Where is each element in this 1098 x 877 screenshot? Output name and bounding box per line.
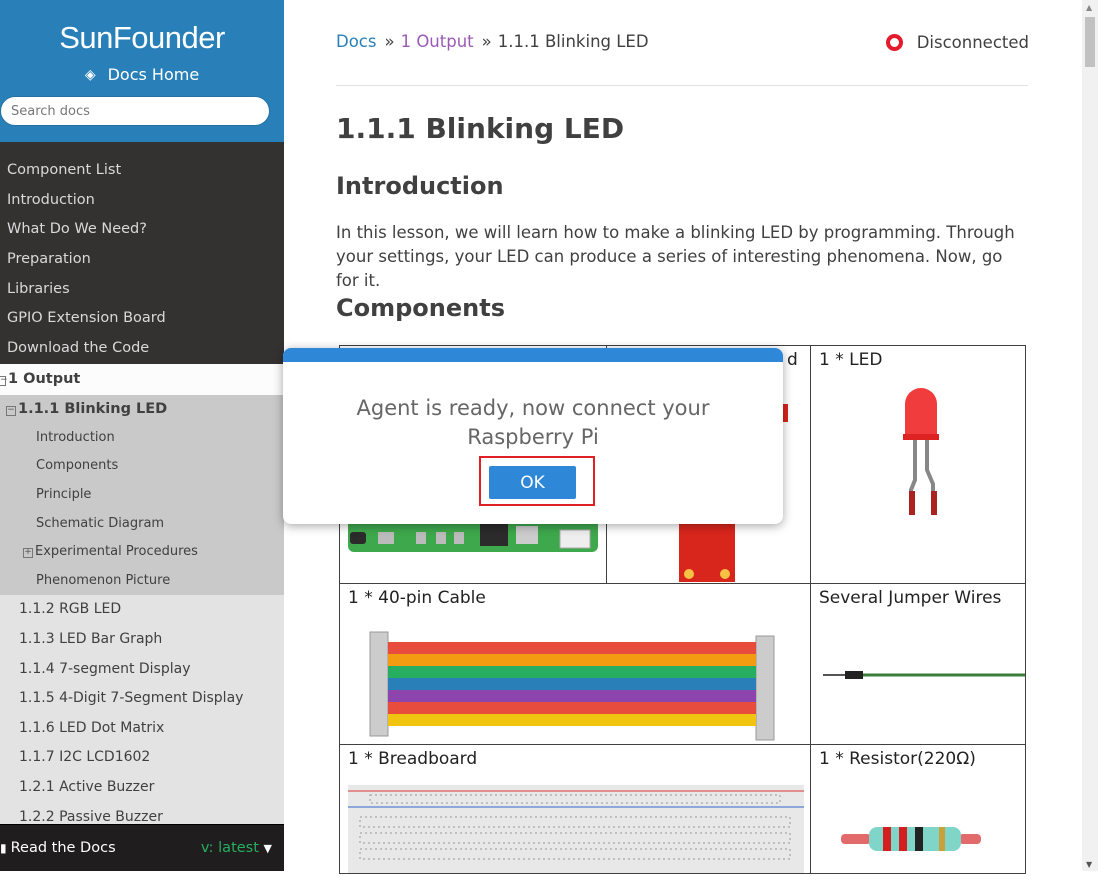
sidebar-item[interactable]: What Do We Need? (0, 215, 284, 245)
dialog-message: Agent is ready, now connect your Raspber… (356, 396, 710, 449)
sidebar-item[interactable]: Libraries (0, 275, 284, 305)
sidebar-item[interactable]: Download the Code (0, 334, 284, 364)
sidebar-subitem[interactable]: + Experimental Procedures (0, 538, 284, 567)
sidebar-item[interactable]: 1.1.3 LED Bar Graph (0, 624, 284, 655)
sidebar-subitem[interactable]: Introduction (0, 423, 284, 453)
component-label: 1 * 40-pin Cable (348, 588, 486, 608)
scroll-up-icon[interactable]: ▲ (1086, 3, 1092, 12)
component-cell-resistor: 1 * Resistor(220Ω) (810, 744, 1026, 874)
sidebar-item[interactable]: 1.1.7 I2C LCD1602 (0, 743, 284, 773)
version-label: v: latest (200, 840, 259, 856)
sidebar-item[interactable]: Component List (0, 156, 284, 186)
collapse-icon[interactable]: − (6, 405, 16, 416)
status-dot-icon (885, 34, 903, 51)
expand-icon[interactable]: + (23, 548, 33, 559)
breadcrumb-parent[interactable]: 1 Output (401, 32, 474, 51)
collapse-icon[interactable]: − (0, 375, 8, 386)
sidebar-item-1-output[interactable]: −1 Output (0, 363, 284, 395)
caret-down-icon: ▼ (263, 842, 272, 855)
scroll-down-icon[interactable]: ▼ (1086, 860, 1092, 869)
ribbon-cable-image (369, 631, 775, 741)
component-label: 1 * Breadboard (348, 749, 478, 769)
breadcrumb: Docs» 1 Output» 1.1.1 Blinking LED (336, 32, 649, 51)
component-label: 1 * LED (819, 350, 883, 370)
sidebar-item[interactable]: Introduction (0, 186, 284, 216)
component-label: Several Jumper Wires (819, 588, 1002, 608)
scrollbar-thumb[interactable] (1085, 17, 1095, 67)
ok-button[interactable]: OK (489, 466, 576, 499)
agent-ready-dialog: Agent is ready, now connect your Raspber… (283, 348, 783, 524)
brand-logo[interactable]: SunFounder (0, 20, 284, 56)
component-label: d (787, 350, 798, 370)
scrollbar[interactable]: ▲ ▼ (1082, 0, 1098, 871)
component-label: 1 * Resistor(220Ω) (819, 749, 976, 769)
sidebar-item[interactable]: 1.2.1 Active Buzzer (0, 772, 284, 803)
connection-status: Disconnected (885, 33, 1029, 52)
sidebar-nav: Component List Introduction What Do We N… (0, 142, 284, 833)
led-image (903, 388, 939, 515)
sidebar-item[interactable]: 1.1.4 7-segment Display (0, 654, 284, 685)
sidebar-item[interactable]: 1.1.2 RGB LED (0, 595, 284, 625)
sidebar: SunFounder ◈ Docs Home Component List In… (0, 0, 284, 871)
component-cell-breadboard: 1 * Breadboard (339, 744, 811, 874)
breadcrumb-current: 1.1.1 Blinking LED (497, 32, 649, 51)
sidebar-item[interactable]: GPIO Extension Board (0, 304, 284, 334)
page-title: 1.1.1 Blinking LED (336, 112, 625, 145)
status-text: Disconnected (916, 33, 1029, 52)
docs-home-link[interactable]: ◈ Docs Home (0, 65, 284, 84)
layers-icon: ◈ (84, 66, 96, 83)
component-cell-jumper: Several Jumper Wires (810, 583, 1026, 745)
search-input[interactable] (0, 96, 270, 126)
component-cell-led: 1 * LED (810, 345, 1026, 584)
sidebar-subitem[interactable]: Schematic Diagram (0, 509, 284, 539)
sidebar-item-current[interactable]: −1.1.1 Blinking LED (0, 394, 284, 424)
sidebar-subitem[interactable]: Components (0, 452, 284, 481)
sidebar-subitem[interactable]: Phenomenon Picture (0, 566, 284, 596)
sidebar-item[interactable]: 1.1.5 4-Digit 7-Segment Display (0, 684, 284, 714)
intro-heading: Introduction (336, 172, 504, 200)
sidebar-header: SunFounder ◈ Docs Home (0, 0, 284, 142)
book-icon: ▮ (0, 841, 7, 855)
dialog-top-bar (283, 348, 783, 362)
intro-paragraph: In this lesson, we will learn how to mak… (336, 223, 1015, 290)
read-the-docs-bar[interactable]: ▮ Read the Docs v: latest ▼ (0, 824, 284, 871)
docs-home-label: Docs Home (107, 65, 200, 84)
components-heading: Components (336, 294, 505, 322)
jumper-wire-image (823, 671, 1025, 679)
breadcrumb-home[interactable]: Docs (336, 32, 376, 51)
sidebar-item[interactable]: 1.1.6 LED Dot Matrix (0, 713, 284, 744)
rtd-label: Read the Docs (10, 840, 116, 856)
component-cell-cable: 1 * 40-pin Cable (339, 583, 811, 745)
divider (336, 85, 1028, 86)
sidebar-item[interactable]: Preparation (0, 245, 284, 275)
sidebar-subitem[interactable]: Principle (0, 481, 284, 510)
